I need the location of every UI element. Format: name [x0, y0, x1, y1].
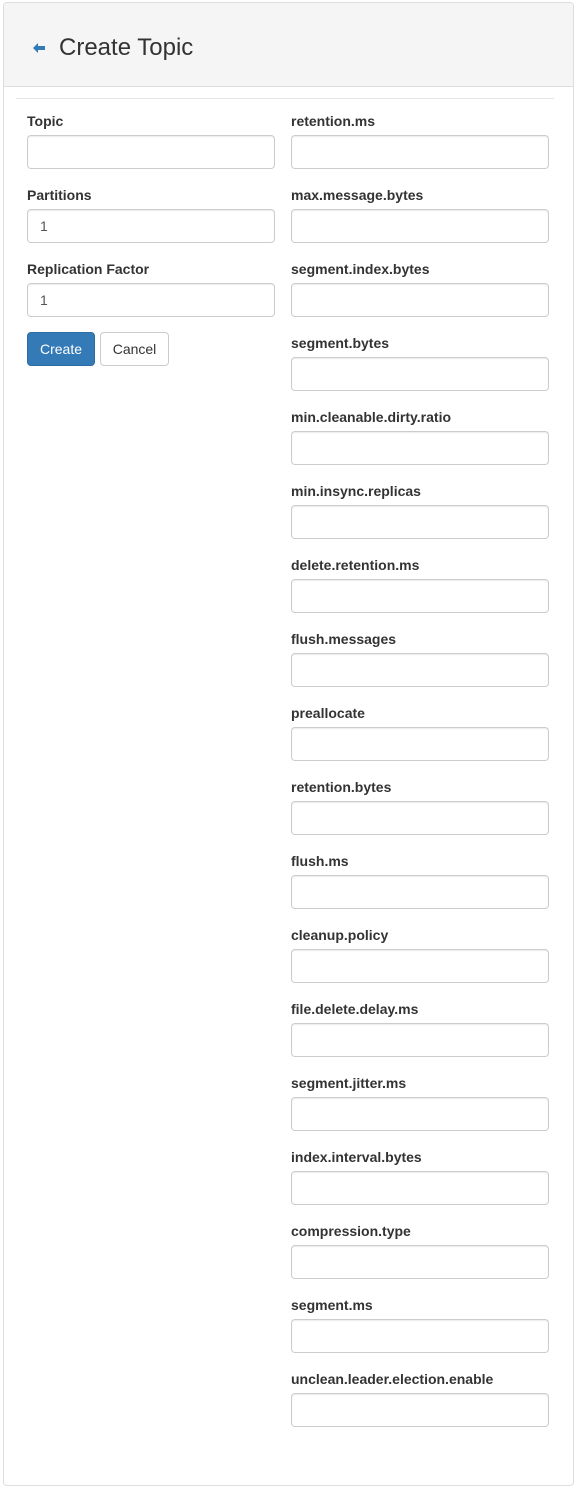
max-message-bytes-input[interactable] [291, 209, 549, 243]
retention-bytes-input[interactable] [291, 801, 549, 835]
config-label: flush.ms [291, 853, 349, 869]
config-label: segment.bytes [291, 335, 390, 351]
segment-bytes-input[interactable] [291, 357, 549, 391]
config-label: retention.bytes [291, 779, 392, 795]
page-title: Create Topic [59, 34, 194, 61]
config-label: index.interval.bytes [291, 1149, 422, 1165]
config-label: segment.ms [291, 1297, 373, 1313]
segment-jitter-ms-input[interactable] [291, 1097, 549, 1131]
panel-header: Create Topic [4, 3, 573, 87]
config-label: retention.ms [291, 113, 376, 129]
preallocate-input[interactable] [291, 727, 549, 761]
file-delete-delay-ms-input[interactable] [291, 1023, 549, 1057]
divider [16, 98, 554, 99]
config-label: segment.jitter.ms [291, 1075, 407, 1091]
retention-ms-input[interactable] [291, 135, 549, 169]
flush-messages-input[interactable] [291, 653, 549, 687]
create-button[interactable]: Create [27, 332, 95, 366]
segment-index-bytes-input[interactable] [291, 283, 549, 317]
config-label: delete.retention.ms [291, 557, 420, 573]
topic-label: Topic [27, 113, 64, 129]
compression-type-input[interactable] [291, 1245, 549, 1279]
replication-factor-input[interactable] [27, 283, 275, 317]
segment-ms-input[interactable] [291, 1319, 549, 1353]
arrow-left-icon[interactable] [31, 40, 47, 56]
replication-factor-label: Replication Factor [27, 261, 150, 277]
unclean-leader-election-enable-input[interactable] [291, 1393, 549, 1427]
cleanup-policy-input[interactable] [291, 949, 549, 983]
delete-retention-ms-input[interactable] [291, 579, 549, 613]
topic-input[interactable] [27, 135, 275, 169]
flush-ms-input[interactable] [291, 875, 549, 909]
partitions-label: Partitions [27, 187, 92, 203]
min-cleanable-dirty-ratio-input[interactable] [291, 431, 549, 465]
min-insync-replicas-input[interactable] [291, 505, 549, 539]
config-label: segment.index.bytes [291, 261, 430, 277]
config-label: min.insync.replicas [291, 483, 421, 499]
config-label: max.message.bytes [291, 187, 424, 203]
config-label: file.delete.delay.ms [291, 1001, 419, 1017]
config-label: unclean.leader.election.enable [291, 1371, 494, 1387]
partitions-input[interactable] [27, 209, 275, 243]
config-label: cleanup.policy [291, 927, 389, 943]
config-label: compression.type [291, 1223, 411, 1239]
config-label: preallocate [291, 705, 365, 721]
config-label: min.cleanable.dirty.ratio [291, 409, 452, 425]
config-label: flush.messages [291, 631, 397, 647]
cancel-button[interactable]: Cancel [100, 332, 169, 366]
index-interval-bytes-input[interactable] [291, 1171, 549, 1205]
